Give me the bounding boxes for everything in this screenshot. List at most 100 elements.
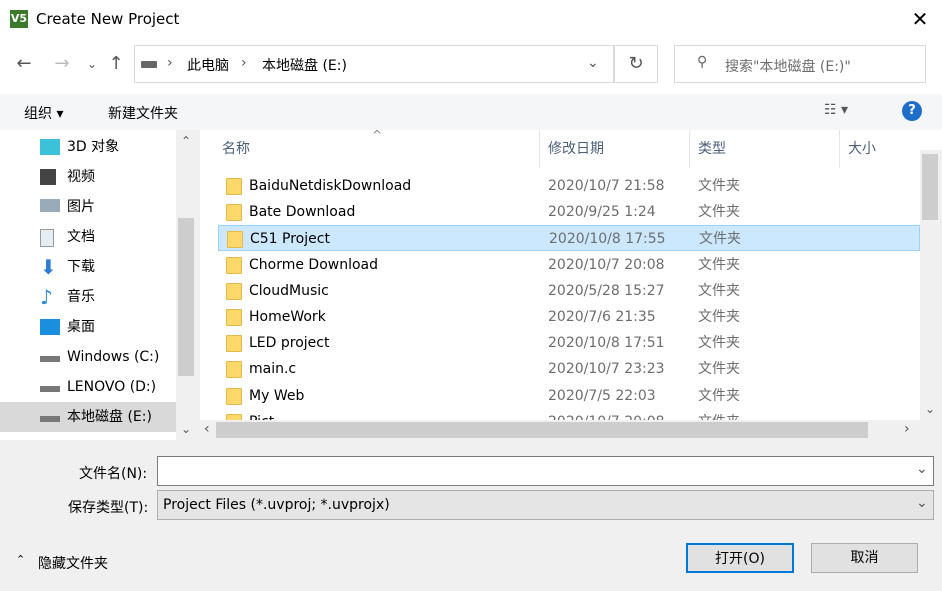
file-row[interactable]: Bate Download 2020/9/25 1:24 文件夹 [218, 199, 920, 225]
search-placeholder: 搜索"本地磁盘 (E:)" [725, 59, 851, 75]
forward-button[interactable]: → [50, 52, 74, 76]
scrollbar-thumb[interactable] [178, 218, 194, 376]
folder-icon [226, 204, 242, 222]
file-row[interactable]: main.c 2020/10/7 23:23 文件夹 [218, 356, 920, 382]
chevron-down-icon[interactable]: ⌄ [916, 461, 928, 477]
column-header-name[interactable]: 名称 [214, 130, 540, 168]
sidebar-item-drive-c[interactable]: Windows (C:) [0, 342, 176, 372]
file-date: 2020/5/28 15:27 [548, 282, 665, 299]
file-name: Bate Download [249, 204, 356, 221]
column-header-size[interactable]: 大小 [840, 130, 920, 168]
file-row[interactable]: My Web 2020/7/5 22:03 文件夹 [218, 383, 920, 409]
up-button[interactable]: ↑ [104, 52, 128, 76]
search-input[interactable]: ⚲ 搜索"本地磁盘 (E:)" [674, 45, 926, 83]
drive-icon [40, 416, 60, 422]
column-header-date[interactable]: 修改日期 [540, 130, 690, 168]
scroll-right-icon[interactable]: › [904, 421, 910, 437]
file-type: 文件夹 [698, 309, 740, 325]
sidebar-item-label: 下载 [67, 259, 95, 275]
chevron-right-icon: › [167, 55, 173, 71]
drive-icon [40, 386, 60, 392]
sidebar-item-pictures[interactable]: 图片 [0, 192, 176, 222]
file-type: 文件夹 [698, 361, 740, 378]
scroll-down-icon[interactable]: ⌄ [176, 422, 196, 436]
organize-menu[interactable]: 组织 ▾ [24, 103, 63, 123]
file-name: Chorme Download [249, 256, 379, 273]
scroll-up-icon[interactable]: ⌃ [176, 134, 196, 148]
new-folder-button[interactable]: 新建文件夹 [108, 103, 178, 123]
sidebar-item-label: 桌面 [67, 319, 95, 335]
sidebar-item-video[interactable]: 视频 [0, 162, 176, 192]
window-title: Create New Project [36, 10, 180, 28]
scroll-left-icon[interactable]: ‹ [204, 421, 210, 437]
sidebar-item-drive-e[interactable]: 本地磁盘 (E:) [0, 402, 176, 432]
file-date: 2020/7/6 21:35 [548, 309, 656, 325]
scrollbar-thumb[interactable] [216, 422, 868, 438]
sidebar-item-label: 音乐 [67, 289, 95, 305]
file-date: 2020/10/7 20:08 [548, 256, 665, 273]
file-row[interactable]: LED project 2020/10/8 17:51 文件夹 [218, 330, 920, 356]
file-name: BaiduNetdiskDownload [249, 178, 412, 194]
folder-icon [226, 282, 242, 300]
folder-icon [226, 387, 242, 405]
sidebar-item-documents[interactable]: 文档 [0, 222, 176, 252]
sidebar-item-label: 文档 [67, 229, 95, 245]
back-button[interactable]: ← [12, 52, 36, 76]
chevron-up-icon[interactable]: ⌃ [16, 553, 25, 566]
folder-icon [226, 256, 242, 274]
sidebar-item-downloads[interactable]: ⬇ 下载 [0, 252, 176, 282]
list-vertical-scrollbar[interactable]: ⌄ [920, 150, 942, 420]
pictures-icon [40, 199, 60, 212]
sidebar-item-3d-objects[interactable]: 3D 对象 [0, 132, 176, 162]
cancel-button[interactable]: 取消 [811, 543, 918, 573]
breadcrumb-this-pc[interactable]: 此电脑 [187, 55, 229, 75]
sidebar-scrollbar[interactable]: ⌃ ⌄ [176, 130, 196, 440]
drive-icon [40, 356, 60, 362]
sidebar-item-label: Windows (C:) [67, 349, 160, 365]
folder-icon [226, 361, 242, 379]
sidebar-item-desktop[interactable]: 桌面 [0, 312, 176, 342]
file-row[interactable]: BaiduNetdiskDownload 2020/10/7 21:58 文件夹 [218, 173, 920, 199]
navigation-pane: 3D 对象 视频 图片 文档 ⬇ 下载 ♪ 音乐 桌面 Windows (C:) L… [0, 130, 196, 440]
file-date: 2020/10/7 21:58 [548, 178, 665, 194]
open-button[interactable]: 打开(O) [686, 543, 794, 573]
file-name: HomeWork [249, 309, 326, 325]
music-icon: ♪ [40, 285, 53, 309]
column-header-type[interactable]: 类型 [690, 130, 840, 168]
file-date: 2020/7/5 22:03 [548, 387, 656, 404]
recent-locations-button[interactable]: ⌄ [80, 52, 104, 76]
filename-input[interactable]: ⌄ [157, 456, 934, 486]
sidebar-item-label: 视频 [67, 169, 95, 185]
sidebar-item-music[interactable]: ♪ 音乐 [0, 282, 176, 312]
scrollbar-thumb[interactable] [922, 154, 938, 220]
sidebar-item-label: 图片 [67, 199, 95, 215]
list-horizontal-scrollbar[interactable]: ‹ › [200, 420, 942, 440]
file-row[interactable]: CloudMusic 2020/5/28 15:27 文件夹 [218, 278, 920, 304]
help-icon[interactable]: ? [902, 101, 922, 121]
file-row[interactable]: HomeWork 2020/7/6 21:35 文件夹 [218, 304, 920, 330]
filetype-select[interactable]: Project Files (*.uvproj; *.uvprojx) ⌄ [157, 490, 934, 520]
file-type: 文件夹 [698, 204, 740, 221]
sidebar-item-label: 3D 对象 [67, 139, 120, 155]
chevron-down-icon[interactable]: ⌄ [587, 55, 599, 71]
title-bar: V5 Create New Project ✕ [0, 0, 942, 38]
breadcrumb-drive-e[interactable]: 本地磁盘 (E:) [262, 55, 347, 75]
file-row[interactable]: C51 Project 2020/10/8 17:55 文件夹 [218, 225, 920, 252]
sidebar-item-label: 本地磁盘 (E:) [67, 409, 152, 425]
download-icon: ⬇ [40, 255, 57, 279]
file-type: 文件夹 [699, 231, 741, 248]
file-type: 文件夹 [698, 387, 740, 404]
file-name: CloudMusic [249, 282, 329, 299]
sidebar-item-drive-d[interactable]: LENOVO (D:) [0, 372, 176, 402]
refresh-button[interactable]: ↻ [614, 45, 658, 83]
scroll-down-icon[interactable]: ⌄ [920, 402, 940, 416]
hide-folders-button[interactable]: 隐藏文件夹 [38, 553, 108, 573]
close-button[interactable]: ✕ [900, 4, 940, 34]
address-bar[interactable]: › 此电脑 › 本地磁盘 (E:) ⌄ [134, 45, 614, 83]
chevron-down-icon: ⌄ [916, 495, 928, 511]
desktop-icon [40, 319, 60, 335]
file-name: main.c [249, 361, 297, 378]
view-options-icon[interactable]: ☷ ▾ [824, 102, 848, 118]
file-row[interactable]: Chorme Download 2020/10/7 20:08 文件夹 [218, 252, 920, 278]
sidebar-item-label: LENOVO (D:) [67, 379, 157, 395]
